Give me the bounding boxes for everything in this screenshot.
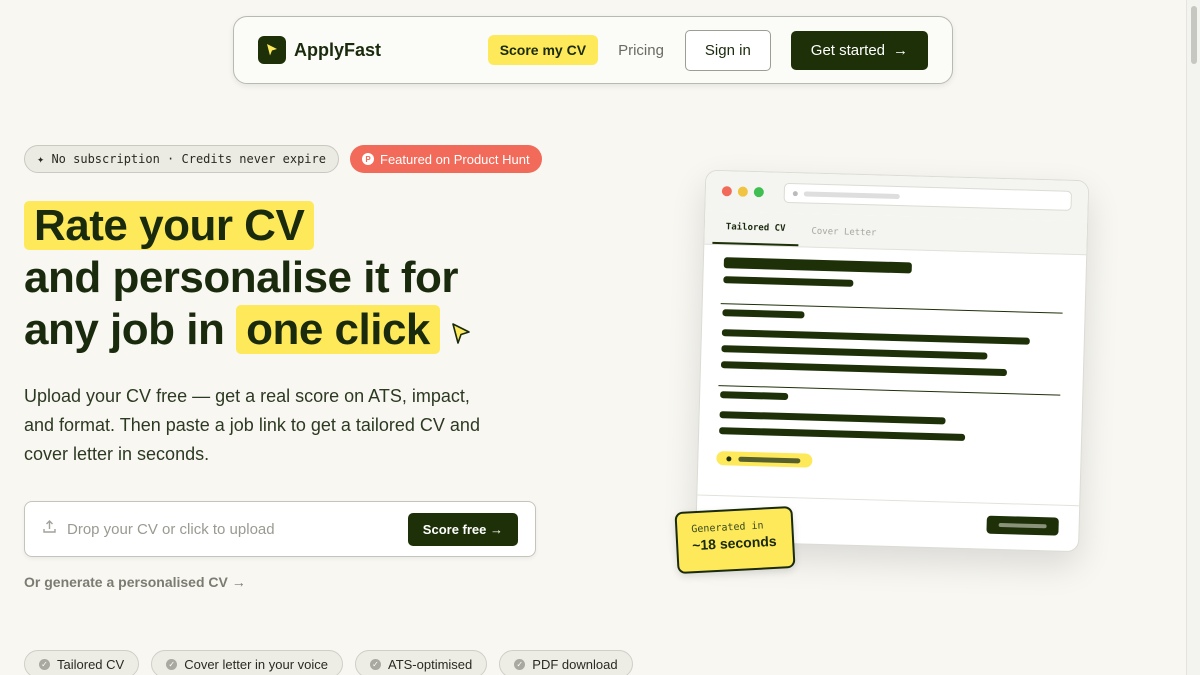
generated-time-value: ~18 seconds	[691, 532, 777, 554]
top-navbar: ApplyFast Score my CV Pricing Sign in Ge…	[233, 16, 953, 84]
headline-highlight-1: Rate your CV	[24, 201, 315, 250]
window-minimize-dot	[737, 186, 748, 197]
score-free-button[interactable]: Score free →	[407, 512, 518, 546]
feature-chip: ✓ Cover letter in your voice	[151, 650, 343, 675]
tab-cover-letter: Cover Letter	[811, 226, 877, 239]
headline-highlight-2: one click	[236, 305, 440, 354]
headline-line-2: and personalise it for	[24, 253, 458, 302]
product-hunt-badge[interactable]: P Featured on Product Hunt	[350, 145, 542, 173]
window-close-dot	[721, 186, 732, 197]
check-circle-icon: ✓	[166, 658, 178, 670]
logo-cursor-icon[interactable]	[258, 36, 286, 64]
upload-icon	[42, 519, 57, 539]
get-started-button[interactable]: Get started →	[790, 30, 928, 70]
page-scrollbar[interactable]	[1186, 0, 1200, 675]
doc-line	[722, 309, 805, 319]
feature-chip: ✓ PDF download	[499, 650, 633, 675]
hero-subtext: Upload your CV free — get a real score o…	[24, 386, 480, 464]
headline-line-3-prefix: any job in	[24, 305, 225, 354]
mock-url-bar	[783, 182, 1073, 211]
doc-line	[719, 411, 946, 425]
doc-line	[721, 329, 1030, 345]
score-my-cv-link[interactable]: Score my CV	[487, 35, 599, 65]
product-hunt-icon: P	[362, 153, 374, 165]
generated-time-badge: Generated in ~18 seconds	[674, 505, 796, 575]
arrow-right-icon: →	[893, 41, 908, 59]
product-hunt-label: Featured on Product Hunt	[380, 151, 530, 167]
sign-in-button[interactable]: Sign in	[684, 29, 771, 71]
mock-document	[697, 245, 1086, 516]
get-started-label: Get started	[810, 41, 885, 59]
generate-personalised-cv-link[interactable]: Or generate a personalised CV →	[24, 574, 246, 590]
pricing-link[interactable]: Pricing	[618, 42, 664, 59]
chip-label: Cover letter in your voice	[184, 656, 328, 672]
scrollbar-thumb[interactable]	[1191, 6, 1197, 64]
tab-tailored-cv: Tailored CV	[712, 221, 799, 247]
doc-line	[719, 427, 966, 441]
mock-download-button	[986, 515, 1059, 536]
doc-line	[720, 361, 1007, 377]
feature-chip: ✓ Tailored CV	[24, 650, 140, 675]
mock-window: Tailored CV Cover Letter	[695, 169, 1090, 553]
feature-chips: ✓ Tailored CV ✓ Cover letter in your voice…	[24, 650, 633, 675]
doc-line	[723, 276, 854, 287]
cursor-arrow-icon	[450, 306, 472, 358]
feature-chip: ✓ ATS-optimised	[354, 650, 488, 675]
doc-highlight-pill	[716, 451, 813, 468]
cv-preview-mockup: Tailored CV Cover Letter	[695, 169, 1096, 566]
no-subscription-badge: ✦ No subscription · Credits never expire	[24, 145, 339, 173]
upload-placeholder: Drop your CV or click to upload	[67, 520, 275, 538]
doc-line	[720, 391, 789, 401]
check-circle-icon: ✓	[514, 658, 526, 670]
cv-upload-dropzone[interactable]: Drop your CV or click to upload Score fr…	[24, 501, 536, 557]
hero-headline: Rate your CV and personalise it for any …	[24, 200, 624, 356]
chip-label: PDF download	[532, 656, 618, 672]
doc-line	[723, 257, 912, 274]
brand-name[interactable]: ApplyFast	[294, 40, 381, 61]
check-circle-icon: ✓	[39, 658, 50, 670]
chip-label: ATS-optimised	[387, 656, 473, 672]
chip-label: Tailored CV	[57, 656, 125, 672]
check-circle-icon: ✓	[369, 658, 381, 670]
doc-line	[721, 345, 988, 360]
window-maximize-dot	[753, 186, 764, 198]
